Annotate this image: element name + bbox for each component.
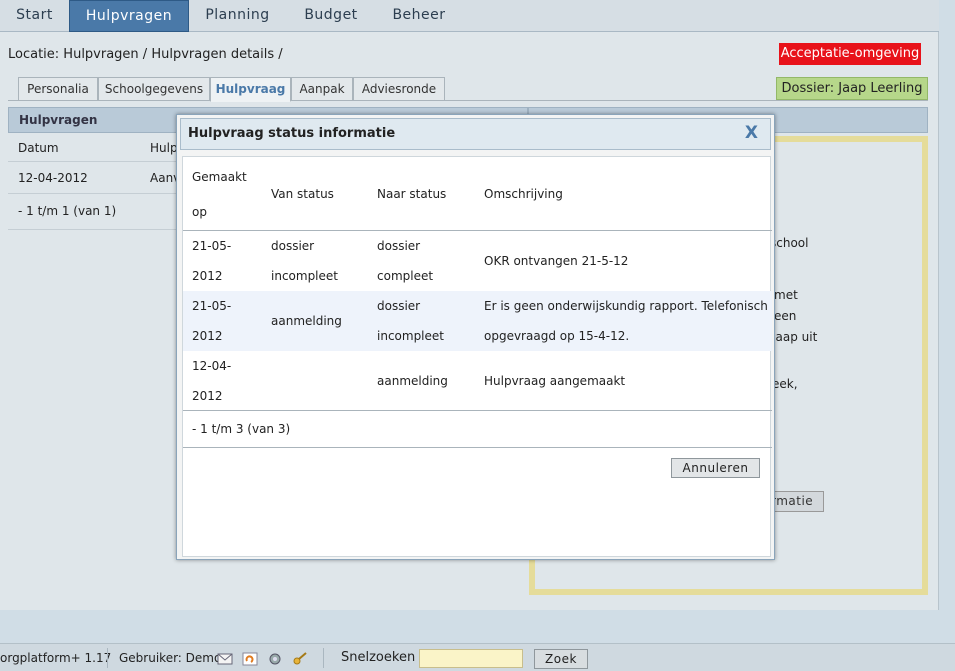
user-label: Gebruiker: Demo [119, 651, 222, 665]
status-table-header: Gemaakt op Van status Naar status Omschr… [183, 157, 772, 231]
nav-budget[interactable]: Budget [286, 0, 376, 32]
table-row[interactable]: 12-04-2012 Aanvr [8, 162, 178, 194]
hulpvragen-table: Datum Hulpv 12-04-2012 Aanvr - 1 t/m 1 (va… [8, 134, 178, 230]
key-icon[interactable] [292, 652, 308, 666]
quicksearch-label: Snelzoeken [341, 650, 416, 665]
col-hulpvraag: Hulpv [150, 141, 178, 155]
table-row: 21-05- 2012 aanmelding dossier incomplee… [183, 291, 772, 351]
tab-personalia[interactable]: Personalia [18, 77, 98, 101]
details-fragment: eek, [772, 377, 798, 391]
environment-badge: Acceptatie-omgeving [779, 43, 921, 65]
tab-hulpvraag[interactable]: Hulpvraag [210, 77, 291, 102]
tab-adviesronde[interactable]: Adviesronde [353, 77, 445, 101]
table-row: 12-04- 2012 aanmelding Hulpvraag aangema… [183, 351, 772, 411]
row-omschrijving: opgevraagd op 15-4-12. [484, 329, 630, 343]
details-fragment: school [770, 236, 809, 250]
dialog-title: Hulpvraag status informatie [188, 126, 396, 141]
dossier-badge: Dossier: Jaap Leerling [776, 77, 928, 100]
row-naar-status: dossier [377, 239, 421, 253]
divider [107, 648, 108, 668]
status-info-dialog: Hulpvraag status informatie X Gemaakt op… [176, 114, 775, 560]
gear-icon[interactable] [267, 652, 283, 666]
nav-start[interactable]: Start [0, 0, 69, 32]
mail-icon[interactable] [217, 652, 233, 666]
row-date: 2012 [192, 329, 223, 343]
col-datum: Datum [18, 141, 59, 155]
quicksearch-input[interactable] [419, 649, 523, 668]
header-omschrijving: Omschrijving [484, 187, 563, 201]
status-table-footer: - 1 t/m 3 (van 3) [183, 410, 772, 448]
header-op: op [192, 205, 207, 219]
tab-aanpak[interactable]: Aanpak [291, 77, 353, 101]
details-fragment: Jaap uit [772, 330, 818, 344]
row-date: 21-05- [192, 239, 232, 253]
row-naar-status: compleet [377, 269, 434, 283]
row-value: Aanvr [150, 171, 178, 185]
divider [323, 648, 324, 668]
nav-beheer[interactable]: Beheer [376, 0, 462, 32]
row-naar-status: dossier [377, 299, 421, 313]
header-gemaakt: Gemaakt [192, 170, 247, 184]
pagination-text: - 1 t/m 3 (van 3) [192, 422, 291, 436]
row-naar-status: incompleet [377, 329, 444, 343]
close-icon[interactable]: X [745, 123, 758, 143]
nav-planning[interactable]: Planning [189, 0, 286, 32]
dialog-body: Gemaakt op Van status Naar status Omschr… [182, 156, 772, 557]
row-omschrijving: OKR ontvangen 21-5-12 [484, 254, 629, 268]
platform-version: orgplatform+ 1.17 [0, 651, 112, 665]
tab-schoolgegevens[interactable]: Schoolgegevens [98, 77, 210, 101]
row-date: 12-04- [192, 359, 232, 373]
row-date: 2012 [192, 389, 223, 403]
top-navigation: Start Hulpvragen Planning Budget Beheer [0, 0, 939, 32]
row-van-status: incompleet [271, 269, 338, 283]
table-row: 21-05- 2012 dossier incompleet dossier c… [183, 231, 772, 291]
row-date: 12-04-2012 [18, 171, 88, 185]
refresh-icon[interactable] [242, 652, 258, 666]
row-omschrijving: Er is geen onderwijskundig rapport. Tele… [484, 299, 768, 313]
row-date: 21-05- [192, 299, 232, 313]
row-naar-status: aanmelding [377, 374, 448, 388]
nav-hulpvragen[interactable]: Hulpvragen [69, 0, 189, 32]
details-fragment: met [774, 288, 798, 302]
row-van-status: dossier [271, 239, 315, 253]
header-naar-status: Naar status [377, 187, 447, 201]
row-date: 2012 [192, 269, 223, 283]
details-fragment: een [774, 309, 797, 323]
breadcrumb: Locatie: Hulpvragen / Hulpvragen details… [8, 47, 283, 62]
header-van-status: Van status [271, 187, 334, 201]
search-button[interactable]: Zoek [534, 649, 588, 669]
cancel-button[interactable]: Annuleren [671, 458, 760, 478]
dialog-header: Hulpvraag status informatie X [180, 118, 771, 150]
row-van-status: aanmelding [271, 314, 342, 328]
row-omschrijving: Hulpvraag aangemaakt [484, 374, 626, 388]
table-footer: - 1 t/m 1 (van 1) [8, 194, 178, 230]
table-header-row: Datum Hulpv [8, 134, 178, 162]
